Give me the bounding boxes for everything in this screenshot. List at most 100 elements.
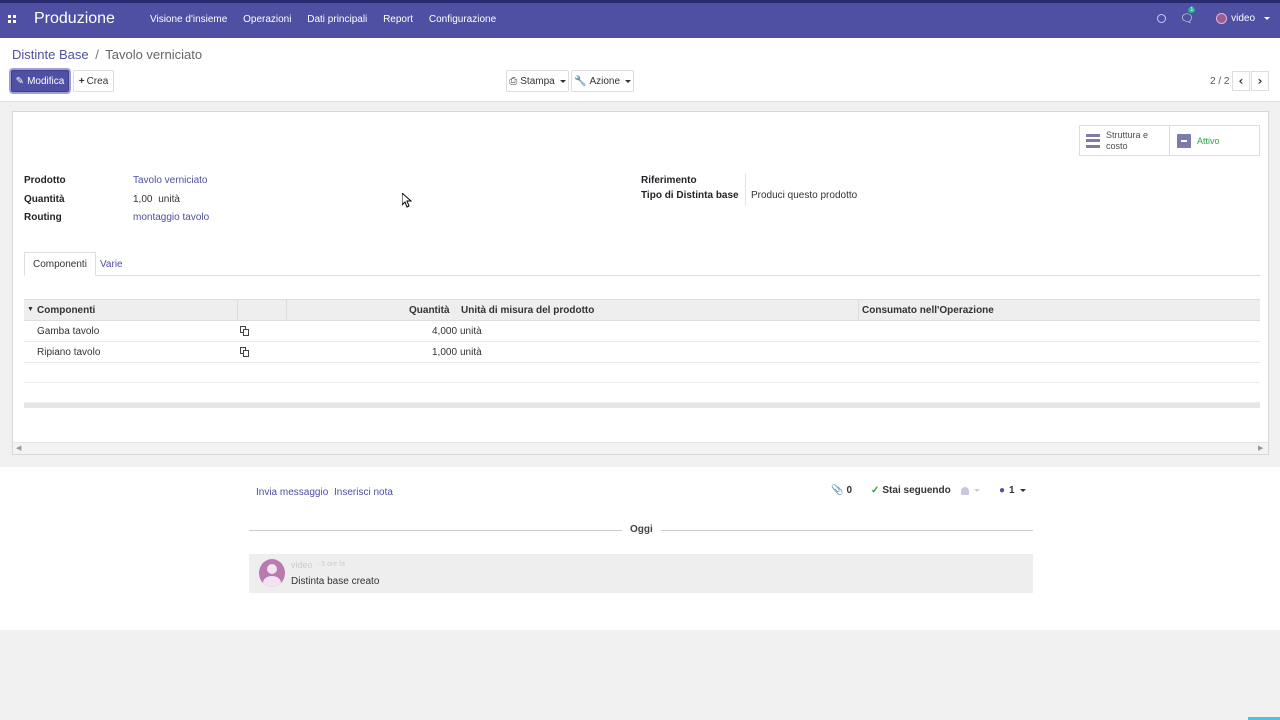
routing-value[interactable]: montaggio tavolo [133, 212, 209, 223]
log-note-button[interactable]: Inserisci nota [334, 487, 393, 498]
column-header-component[interactable]: Componenti [37, 305, 95, 316]
quantity-value: 1,00 unità [133, 194, 180, 205]
menu-item-reports[interactable]: Report [383, 14, 413, 25]
components-table: ▼ Componenti Quantità Unità di misura de… [24, 299, 1260, 403]
send-message-button[interactable]: Invia messaggio [256, 487, 328, 498]
reference-label: Riferimento [641, 175, 697, 186]
follow-button[interactable]: ✓ Stai seguendo [871, 485, 980, 496]
column-header-quantity[interactable]: Quantità [409, 305, 450, 316]
user-name[interactable]: video [1231, 13, 1255, 24]
bars-icon [1086, 133, 1100, 148]
chevron-down-icon[interactable] [973, 489, 980, 492]
menu-item-configuration[interactable]: Configurazione [429, 14, 496, 25]
sheet-scrollbar[interactable]: ◀ ▶ [13, 442, 1268, 454]
chat-badge: 1 [1188, 7, 1196, 13]
column-divider [237, 300, 238, 321]
chevron-right-icon: › [1257, 74, 1263, 88]
chevron-left-icon: ‹ [1238, 74, 1244, 88]
field-divider [745, 173, 746, 205]
message-body: Distinta base creato [291, 576, 380, 587]
scroll-left-icon[interactable]: ◀ [16, 444, 21, 452]
quantity-label: Quantità [24, 194, 65, 205]
notebook-tabs: Componenti Varie [24, 252, 1260, 276]
print-dropdown-button[interactable]: ⎙ Stampa [506, 70, 569, 92]
product-value[interactable]: Tavolo verniciato [133, 175, 207, 186]
following-label: Stai seguendo [882, 485, 951, 496]
check-icon: ✓ [871, 485, 880, 496]
structure-cost-label: Struttura e costo [1106, 129, 1149, 151]
action-dropdown-button[interactable]: 🔧 Azione [571, 70, 634, 92]
tab-misc[interactable]: Varie [92, 252, 131, 276]
systray: 🗨 1 video [1157, 7, 1270, 25]
copy-icon[interactable] [240, 347, 249, 357]
chatter-message: video - 5 ore fa Distinta base creato [249, 554, 1033, 593]
message-time: - 5 ore fa [317, 561, 346, 568]
column-divider [286, 300, 287, 321]
pager-next-button[interactable]: › [1251, 71, 1269, 91]
pager-previous-button[interactable]: ‹ [1232, 71, 1250, 91]
breadcrumb-parent[interactable]: Distinte Base [12, 47, 89, 62]
pencil-icon: ✎ [15, 75, 25, 87]
followers-count: 1 [1009, 485, 1015, 496]
quantity-unit: unità [158, 194, 180, 205]
message-author[interactable]: video [291, 560, 313, 570]
print-button-label: Stampa [520, 75, 555, 87]
printer-icon: ⎙ [509, 75, 518, 87]
paperclip-icon: 📎 [831, 485, 844, 496]
column-header-uom[interactable]: Unità di misura del prodotto [461, 305, 594, 316]
breadcrumb-current: Tavolo verniciato [105, 47, 203, 62]
chevron-down-icon [1019, 489, 1026, 492]
routing-label: Routing [24, 212, 62, 223]
horizontal-scrollbar[interactable] [24, 403, 1260, 408]
activity-clock-icon[interactable] [1157, 14, 1167, 23]
sort-caret-icon[interactable]: ▼ [27, 306, 34, 313]
scroll-right-icon[interactable]: ▶ [1258, 444, 1263, 452]
edit-button-label: Modifica [27, 75, 65, 87]
breadcrumb-separator: / [95, 47, 99, 62]
edit-button[interactable]: ✎ Modifica [11, 70, 69, 92]
control-panel: Distinte Base / Tavolo verniciato ✎ Modi… [0, 38, 1280, 102]
table-row[interactable]: Ripiano tavolo 1,000 unità [24, 342, 1260, 363]
column-header-operation[interactable]: Consumato nell'Operazione [862, 305, 994, 316]
app-name[interactable]: Produzione [34, 10, 115, 28]
pager-value[interactable]: 2 / 2 [1210, 76, 1229, 87]
active-toggle-button[interactable]: Attivo [1169, 125, 1260, 156]
row-quantity: 1,000 [432, 347, 458, 358]
plus-icon: + [78, 75, 85, 87]
user-caret-icon[interactable] [1264, 17, 1270, 20]
attachments-button[interactable]: 📎 0 [831, 485, 852, 496]
table-row[interactable]: Gamba tavolo 4,000 unità [24, 321, 1260, 342]
main-menu: Visione d'insieme Operazioni Dati princi… [150, 14, 509, 25]
quantity-number: 1,00 [133, 194, 153, 205]
bell-icon[interactable] [960, 486, 969, 495]
menu-item-master-data[interactable]: Dati principali [307, 14, 367, 25]
followers-button[interactable]: ● 1 [999, 485, 1026, 496]
structure-cost-button[interactable]: Struttura e costo [1079, 125, 1170, 156]
row-uom: unità [460, 326, 482, 337]
author-avatar[interactable] [259, 559, 285, 587]
chat-icon[interactable]: 🗨 1 [1180, 7, 1196, 25]
row-component: Ripiano tavolo [37, 347, 101, 358]
chevron-down-icon [625, 79, 632, 83]
product-label: Prodotto [24, 175, 66, 186]
wrench-icon: 🔧 [573, 75, 587, 87]
row-component: Gamba tavolo [37, 326, 100, 337]
user-avatar[interactable] [1216, 13, 1228, 24]
apps-menu-icon[interactable] [8, 15, 16, 23]
date-separator-label: Oggi [622, 524, 661, 535]
empty-row [24, 383, 1260, 403]
top-navbar: Produzione Visione d'insieme Operazioni … [0, 0, 1280, 38]
action-button-label: Azione [589, 75, 621, 87]
bom-type-value: Produci questo prodotto [751, 190, 858, 201]
create-button-label: Crea [86, 75, 109, 87]
menu-item-overview[interactable]: Visione d'insieme [150, 14, 227, 25]
bom-type-label: Tipo di Distinta base [641, 190, 739, 201]
chevron-down-icon [559, 79, 566, 83]
form-sheet: Struttura e costo Attivo Prodotto Tavolo… [12, 111, 1269, 455]
breadcrumb: Distinte Base / Tavolo verniciato [12, 47, 202, 62]
active-label: Attivo [1197, 135, 1220, 146]
create-button[interactable]: + Crea [73, 70, 114, 92]
copy-icon[interactable] [240, 326, 249, 336]
menu-item-operations[interactable]: Operazioni [243, 14, 291, 25]
tab-components[interactable]: Componenti [24, 252, 96, 276]
